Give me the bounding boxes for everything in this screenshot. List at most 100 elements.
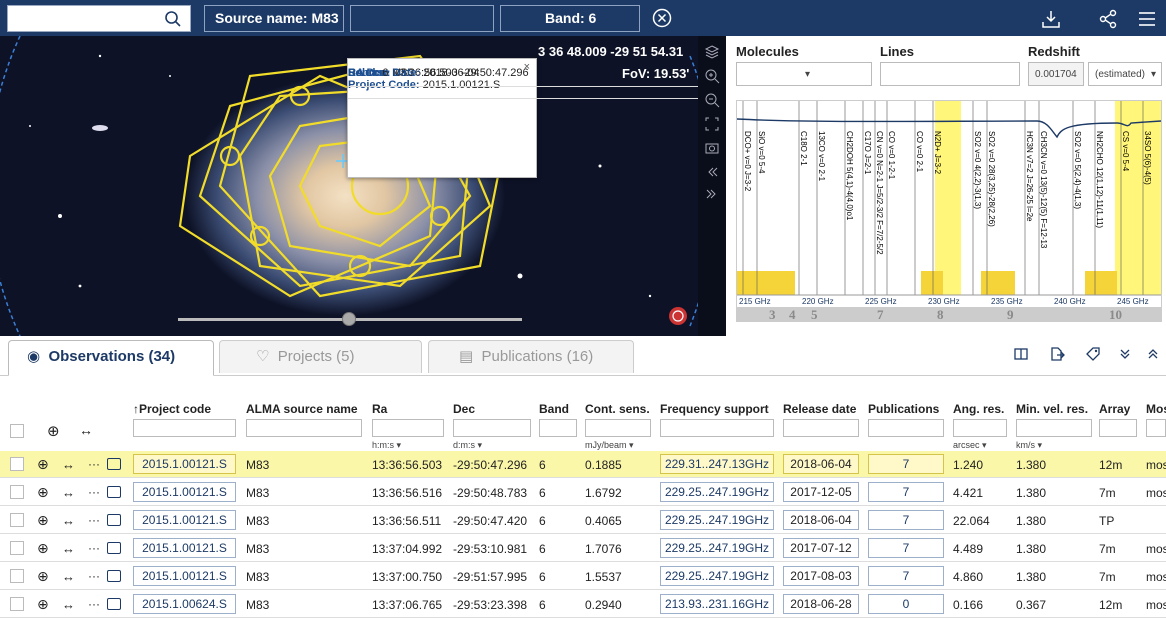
- datalink-icon[interactable]: [107, 514, 121, 526]
- unit-vel-select[interactable]: km/s ▾: [1016, 440, 1042, 451]
- spectrum-chart[interactable]: DCO+ v=0 J=3-2 SiO v=0 5-4 C18O 2-1 13CO v=…: [736, 100, 1162, 322]
- expand-down-icon[interactable]: [1117, 346, 1133, 362]
- row-checkbox[interactable]: [10, 597, 24, 611]
- datalink-icon[interactable]: [107, 486, 121, 498]
- filter-cont-sens[interactable]: [585, 419, 651, 437]
- unit-ra-select[interactable]: h:m:s ▾: [372, 440, 401, 451]
- table-row[interactable]: ⊕ ↔ ··· 2015.1.00121.S M83 13:36:56.516 -29:50…: [0, 479, 1166, 506]
- redshift-input[interactable]: 0.001704: [1028, 62, 1084, 86]
- frequency-support-button[interactable]: 213.93..231.16GHz: [660, 594, 774, 614]
- expand-right-icon[interactable]: [704, 186, 720, 202]
- crosshair-icon[interactable]: ⊕: [37, 456, 49, 473]
- table-row[interactable]: ⊕ ↔ ··· 2015.1.00121.S M83 13:36:56.511 -29:50…: [0, 507, 1166, 534]
- filter-release-date[interactable]: [783, 419, 859, 437]
- search-input[interactable]: [12, 6, 162, 31]
- more-icon[interactable]: ···: [88, 485, 100, 499]
- datalink-icon[interactable]: [107, 598, 121, 610]
- filter-chip-source[interactable]: Source name: M83: [204, 5, 344, 32]
- export-icon[interactable]: [1049, 346, 1065, 362]
- arrows-horizontal-icon[interactable]: ↔: [62, 513, 75, 528]
- tag-icon[interactable]: [1085, 346, 1101, 362]
- filter-band[interactable]: [539, 419, 577, 437]
- frequency-support-button[interactable]: 229.25..247.19GHz: [660, 510, 774, 530]
- molecules-select[interactable]: ▾: [736, 62, 872, 86]
- filter-ang-res[interactable]: [953, 419, 1007, 437]
- crosshair-icon[interactable]: ⊕: [37, 512, 49, 529]
- filter-array[interactable]: [1099, 419, 1137, 437]
- col-mosaic[interactable]: Mos: [1146, 402, 1166, 416]
- collapse-left-icon[interactable]: [704, 164, 720, 180]
- tab-observations[interactable]: ◉ Observations (34): [8, 340, 214, 376]
- columns-icon[interactable]: [1013, 346, 1029, 362]
- unit-ang-select[interactable]: arcsec ▾: [953, 440, 987, 451]
- col-release-date[interactable]: Release date: [783, 402, 856, 416]
- crosshair-icon[interactable]: ⊕: [37, 540, 49, 557]
- menu-icon[interactable]: [1136, 8, 1158, 30]
- tab-publications[interactable]: ▤ Publications (16): [428, 340, 634, 373]
- arrows-horizontal-icon[interactable]: ↔: [62, 485, 75, 500]
- table-row[interactable]: ⊕ ↔ ··· 2015.1.00121.S M83 13:36:56.503 -29:50…: [0, 451, 1166, 478]
- crosshair-icon[interactable]: ⊕: [47, 422, 60, 440]
- filter-chip-hidden[interactable]: [350, 5, 494, 32]
- filter-project-code[interactable]: [133, 419, 236, 437]
- layers-icon[interactable]: [704, 44, 720, 60]
- redshift-mode-select[interactable]: (estimated) ▾: [1088, 62, 1162, 86]
- arrows-horizontal-icon[interactable]: ↔: [79, 422, 93, 438]
- alma-band-label[interactable]: 9: [1007, 307, 1014, 322]
- table-row[interactable]: ⊕ ↔ ··· 2015.1.00121.S M83 13:37:00.750 -29:51…: [0, 563, 1166, 590]
- publications-button[interactable]: 7: [868, 566, 944, 586]
- filter-ra[interactable]: [372, 419, 444, 437]
- col-array[interactable]: Array: [1099, 402, 1130, 416]
- col-publications[interactable]: Publications: [868, 402, 939, 416]
- more-icon[interactable]: ···: [88, 457, 100, 471]
- frequency-support-button[interactable]: 229.25..247.19GHz: [660, 566, 774, 586]
- more-icon[interactable]: ···: [88, 597, 100, 611]
- row-checkbox[interactable]: [10, 513, 24, 527]
- fit-view-icon[interactable]: [704, 116, 720, 132]
- alma-band-label[interactable]: 7: [877, 307, 884, 322]
- filter-vel-res[interactable]: [1016, 419, 1092, 437]
- publications-button[interactable]: 0: [868, 594, 944, 614]
- col-dec[interactable]: Dec: [453, 402, 475, 416]
- more-icon[interactable]: ···: [88, 541, 100, 555]
- filter-publications[interactable]: [868, 419, 944, 437]
- crosshair-icon[interactable]: ⊕: [37, 596, 49, 613]
- tab-projects[interactable]: ♡ Projects (5): [219, 340, 422, 373]
- col-vel-res[interactable]: Min. vel. res.: [1016, 402, 1088, 416]
- datalink-icon[interactable]: [107, 570, 121, 582]
- alma-band-label[interactable]: 10: [1109, 307, 1122, 322]
- filter-frequency[interactable]: [660, 419, 774, 437]
- arrows-horizontal-icon[interactable]: ↔: [62, 569, 75, 584]
- project-code-button[interactable]: 2015.1.00121.S: [133, 510, 236, 530]
- share-icon[interactable]: [1097, 8, 1119, 30]
- arrows-horizontal-icon[interactable]: ↔: [62, 541, 75, 556]
- project-code-button[interactable]: 2015.1.00121.S: [133, 482, 236, 502]
- publications-button[interactable]: 7: [868, 538, 944, 558]
- col-cont-sens[interactable]: Cont. sens.: [585, 402, 650, 416]
- alma-band-label[interactable]: 8: [937, 307, 944, 322]
- frequency-support-button[interactable]: 229.31..247.13GHz: [660, 454, 774, 474]
- col-ra[interactable]: Ra: [372, 402, 387, 416]
- project-code-button[interactable]: 2015.1.00121.S: [133, 566, 236, 586]
- arrows-horizontal-icon[interactable]: ↔: [62, 597, 75, 612]
- sky-viewer[interactable]: 3 36 48.009 -29 51 54.31 FoV: 19.53' × P…: [0, 36, 698, 336]
- frequency-support-button[interactable]: 229.25..247.19GHz: [660, 538, 774, 558]
- lines-input[interactable]: [880, 62, 1020, 86]
- publications-button[interactable]: 7: [868, 510, 944, 530]
- col-source-name[interactable]: ALMA source name: [246, 402, 358, 416]
- more-icon[interactable]: ···: [88, 569, 100, 583]
- search-icon[interactable]: [164, 10, 182, 28]
- arrows-horizontal-icon[interactable]: ↔: [62, 457, 75, 472]
- row-checkbox[interactable]: [10, 485, 24, 499]
- search-box[interactable]: [7, 5, 191, 32]
- col-project-code[interactable]: ↑Project code: [133, 402, 211, 416]
- filter-mosaic[interactable]: [1146, 419, 1166, 437]
- opacity-slider-handle[interactable]: [342, 312, 356, 326]
- project-code-button[interactable]: 2015.1.00121.S: [133, 538, 236, 558]
- col-band[interactable]: Band: [539, 402, 569, 416]
- table-row[interactable]: ⊕ ↔ ··· 2015.1.00121.S M83 13:37:04.992 -29:53…: [0, 535, 1166, 562]
- filter-chip-band[interactable]: Band: 6: [500, 5, 640, 32]
- datalink-icon[interactable]: [107, 458, 121, 470]
- unit-dec-select[interactable]: d:m:s ▾: [453, 440, 482, 451]
- alma-band-label[interactable]: 3: [769, 307, 776, 322]
